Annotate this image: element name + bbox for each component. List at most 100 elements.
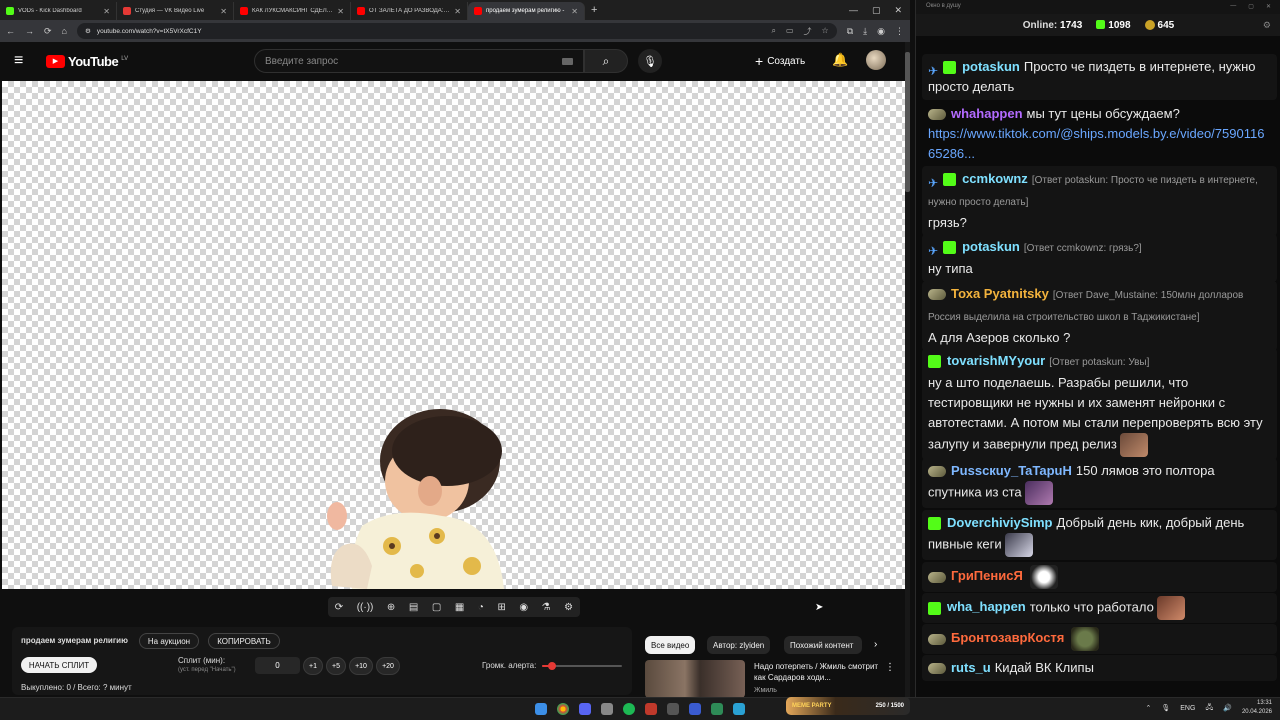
chat-username[interactable]: ruts_u <box>951 660 991 675</box>
start-menu-icon[interactable] <box>535 703 547 715</box>
browser-menu-icon[interactable]: ⋮ <box>895 26 904 37</box>
chat-username[interactable]: БронтозаврКостя <box>951 630 1064 645</box>
page-scrollbar[interactable] <box>905 42 910 697</box>
alert-volume-slider[interactable] <box>542 662 622 670</box>
chat-username[interactable]: potaskun <box>962 239 1020 254</box>
app-icon[interactable] <box>711 703 723 715</box>
reload-icon[interactable]: ⟳ <box>44 26 52 37</box>
add-20-button[interactable]: +20 <box>376 657 400 675</box>
picture-in-picture-icon[interactable]: ▢ <box>432 602 441 613</box>
copy-button[interactable]: КОПИРОВАТЬ <box>208 633 280 649</box>
screenshot-icon[interactable]: ◉ <box>519 602 528 613</box>
telegram-icon[interactable] <box>733 703 745 715</box>
minimize-icon[interactable]: — <box>849 5 858 16</box>
chat-username[interactable]: tovarishMYyour <box>947 353 1045 368</box>
chat-username[interactable]: ccmkownz <box>962 171 1028 186</box>
chat-username[interactable]: Pusscкuy_TaTapuH <box>951 463 1072 478</box>
address-bar[interactable]: ⚙ youtube.com/watch?v=tX5VrXcfC1Y ⌕ ▭ ⤴ … <box>76 23 837 39</box>
browser-tab[interactable]: Студия — VK Видео Live ✕ <box>117 2 234 20</box>
zoom-icon[interactable]: ⌕ <box>772 26 776 37</box>
chat-settings-icon[interactable]: ⚙ <box>1263 20 1271 31</box>
browser-tab[interactable]: КАК ЛУКСМАКСИНГ СДЕЛАЛ ... ✕ <box>234 2 351 20</box>
slider-knob[interactable] <box>547 662 556 670</box>
bookmark-star-icon[interactable]: ☆ <box>822 26 829 37</box>
chip-similar[interactable]: Похожий контент <box>784 636 862 654</box>
chip-author[interactable]: Автор: zlyiden <box>707 636 771 654</box>
browser-tab[interactable]: ОТ ЗАЛЕТА ДО РАЗВОДА: по... ✕ <box>351 2 468 20</box>
related-channel-name[interactable]: Жмиль <box>754 687 777 694</box>
meme-party-widget[interactable]: MEME PARTY 250 / 1500 <box>786 697 910 715</box>
search-button[interactable]: ⌕ <box>584 49 628 73</box>
chevron-right-icon[interactable]: › <box>874 639 877 650</box>
close-tab-icon[interactable]: ✕ <box>103 7 110 16</box>
maximize-icon[interactable]: ▢ <box>1248 3 1254 11</box>
add-5-button[interactable]: +5 <box>326 657 346 675</box>
chat-username[interactable]: DoverchiviySimp <box>947 515 1053 530</box>
new-tab-button[interactable]: + <box>591 4 597 16</box>
scrollbar-thumb[interactable] <box>905 52 910 192</box>
flask-icon[interactable]: ⚗ <box>542 602 551 613</box>
discord-icon[interactable] <box>579 703 591 715</box>
menu-icon[interactable]: ≡ <box>14 52 42 70</box>
profile-icon[interactable]: ◉ <box>877 26 885 37</box>
browser-tab[interactable]: VODs - Kick Dashboard ✕ <box>0 2 117 20</box>
notifications-bell-icon[interactable]: 🔔 <box>832 52 848 68</box>
close-tab-icon[interactable]: ✕ <box>571 7 578 16</box>
chat-link[interactable]: https://www.tiktok.com/@ships.models.by.… <box>928 126 1264 161</box>
minimize-icon[interactable]: — <box>1230 3 1236 11</box>
add-clip-icon[interactable]: ⊞ <box>497 602 505 613</box>
voice-search-button[interactable]: 🎙 <box>638 49 662 73</box>
auction-button[interactable]: На аукцион <box>139 633 199 649</box>
tray-chevron-icon[interactable]: ⌃ <box>1146 704 1152 712</box>
cast-icon[interactable]: ▭ <box>786 26 794 37</box>
split-minutes-input[interactable]: 0 <box>255 657 300 674</box>
add-1-button[interactable]: +1 <box>303 657 323 675</box>
site-info-icon[interactable]: ⚙ <box>85 27 91 35</box>
network-icon[interactable]: 🖧 <box>1205 703 1213 714</box>
close-tab-icon[interactable]: ✕ <box>220 7 227 16</box>
close-window-icon[interactable]: ✕ <box>1266 3 1271 11</box>
related-video-thumbnail[interactable] <box>645 660 745 698</box>
loop-icon[interactable]: ⟳ <box>335 602 343 613</box>
app-icon[interactable] <box>689 703 701 715</box>
app-icon[interactable] <box>601 703 613 715</box>
clock[interactable]: 13:31 20.04.2026 <box>1242 699 1272 717</box>
keyboard-icon[interactable] <box>562 57 573 65</box>
close-tab-icon[interactable]: ✕ <box>454 7 461 16</box>
broadcast-icon[interactable]: ((·)) <box>357 602 374 613</box>
share-icon[interactable]: ⤴ <box>804 26 812 37</box>
browser-tab-active[interactable]: продаем зумерам религию - ✕ <box>468 2 585 20</box>
chat-username[interactable]: potaskun <box>962 59 1020 74</box>
avatar[interactable] <box>866 50 886 70</box>
maximize-icon[interactable]: ▢ <box>872 5 881 16</box>
more-vert-icon[interactable]: ⋮ <box>885 662 895 673</box>
chip-all-videos[interactable]: Все видео <box>645 636 696 654</box>
close-window-icon[interactable]: ✕ <box>894 5 902 16</box>
settings-gear-icon[interactable]: ⚙ <box>564 602 573 613</box>
chat-username[interactable]: ГриПенисЯ <box>951 568 1023 583</box>
speed-icon[interactable]: ◔ <box>478 602 484 613</box>
chat-username[interactable]: wha_happen <box>947 599 1026 614</box>
chat-username[interactable]: whahappen <box>951 106 1023 121</box>
related-video-title[interactable]: Надо потерпеть / Жмиль смотрит как Сарда… <box>754 661 882 683</box>
add-10-button[interactable]: +10 <box>349 657 373 675</box>
chrome-icon[interactable] <box>557 703 569 715</box>
app-icon[interactable] <box>645 703 657 715</box>
microphone-tray-icon[interactable]: 🎙 <box>1161 704 1170 712</box>
back-icon[interactable]: ← <box>6 26 15 36</box>
youtube-logo[interactable]: ▶ YouTube LV <box>46 54 128 69</box>
app-icon[interactable] <box>667 703 679 715</box>
search-input[interactable]: Введите запрос <box>254 49 584 73</box>
forward-icon[interactable]: → <box>25 26 34 36</box>
playback-settings-icon[interactable]: ⊕ <box>387 602 395 613</box>
clapper-icon[interactable]: ▤ <box>409 602 418 613</box>
create-button[interactable]: + Создать <box>755 50 805 72</box>
video-player[interactable] <box>2 81 905 589</box>
download-icon[interactable]: ⤓ <box>863 26 867 37</box>
language-indicator[interactable]: ENG <box>1180 705 1195 712</box>
extensions-icon[interactable]: ⧉ <box>847 26 853 37</box>
grid-icon[interactable]: ▦ <box>455 602 464 613</box>
start-split-button[interactable]: НАЧАТЬ СПЛИТ <box>21 657 97 673</box>
chat-username[interactable]: Тоха Pyatnitsky <box>951 286 1049 301</box>
close-tab-icon[interactable]: ✕ <box>337 7 344 16</box>
